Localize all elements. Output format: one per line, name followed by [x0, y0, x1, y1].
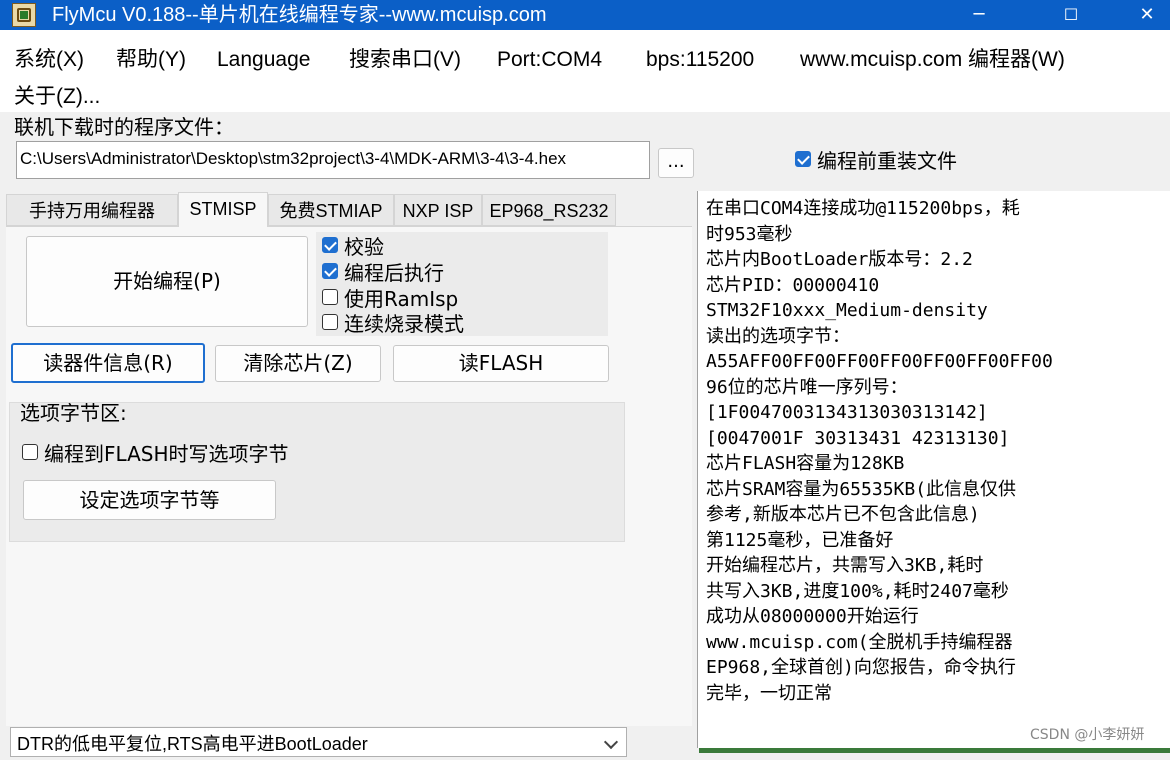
run-after-program-checkbox[interactable]: 编程后执行 — [322, 258, 444, 285]
verify-checkbox[interactable]: 校验 — [322, 232, 384, 259]
reload-checkbox-label: 编程前重装文件 — [817, 148, 957, 173]
log-output[interactable]: 在串口COM4连接成功@115200bps，耗 时953毫秒 芯片内BootLo… — [697, 191, 1170, 748]
write-option-bytes-checkbox-label: 编程到FLASH时写选项字节 — [44, 441, 289, 466]
write-option-bytes-checkbox[interactable]: 编程到FLASH时写选项字节 — [22, 439, 289, 466]
start-programming-button[interactable]: 开始编程(P) — [26, 236, 308, 327]
run-after-program-checkbox-box[interactable] — [322, 263, 338, 279]
continuous-burn-checkbox[interactable]: 连续烧录模式 — [322, 309, 464, 336]
log-line: A55AFF00FF00FF00FF00FF00FF00FF00 — [706, 351, 1053, 372]
log-line: 开始编程芯片，共需写入3KB,耗时 — [706, 555, 984, 576]
log-line: 参考,新版本芯片已不包含此信息) — [706, 504, 980, 525]
continuous-burn-checkbox-box[interactable] — [322, 314, 338, 330]
log-line: STM32F10xxx_Medium-density — [706, 300, 988, 321]
log-line: 共写入3KB,进度100%,耗时2407毫秒 — [706, 580, 1009, 602]
title-bar: FlyMcu V0.188--单片机在线编程专家--www.mcuisp.com… — [0, 0, 1170, 30]
tab-nxp-isp[interactable]: NXP ISP — [394, 194, 482, 226]
log-line: 芯片FLASH容量为128KB — [706, 453, 905, 474]
log-line: 芯片SRAM容量为65535KB(此信息仅供 — [706, 478, 1017, 500]
program-file-label: 联机下载时的程序文件： — [14, 115, 234, 139]
verify-checkbox-label: 校验 — [344, 234, 384, 259]
minimize-button[interactable]: ─ — [956, 0, 1002, 30]
window-title: FlyMcu V0.188--单片机在线编程专家--www.mcuisp.com — [52, 4, 547, 26]
program-file-path-input[interactable]: C:\Users\Administrator\Desktop\stm32proj… — [16, 141, 650, 179]
menu-bps[interactable]: bps:115200 — [646, 46, 754, 74]
app-logo-icon — [12, 3, 36, 27]
menu-bar: 系统(X) 帮助(Y) Language 搜索串口(V) Port:COM4 b… — [0, 30, 1170, 112]
tab-ep968-rs232[interactable]: EP968_RS232 — [482, 194, 616, 226]
menu-language[interactable]: Language — [217, 46, 310, 74]
tab-stmisp[interactable]: STMISP — [178, 192, 268, 227]
log-line: 成功从08000000开始运行 — [706, 606, 919, 627]
use-ramisp-checkbox-box[interactable] — [322, 289, 338, 305]
log-line: www.mcuisp.com(全脱机手持编程器 — [706, 631, 1013, 653]
log-line: [0047001F 30313431 42313130] — [706, 427, 1010, 449]
log-line: EP968,全球首创)向您报告，命令执行 — [706, 657, 1016, 678]
maximize-button[interactable]: ☐ — [1048, 0, 1094, 30]
verify-checkbox-box[interactable] — [322, 237, 338, 253]
progress-bar — [699, 748, 1170, 753]
reset-mode-selected-value: DTR的低电平复位,RTS高电平进BootLoader — [17, 734, 368, 754]
close-button[interactable]: ✕ — [1124, 0, 1170, 30]
log-line: 读出的选项字节： — [706, 325, 850, 347]
log-line: [1F0047003134313030313142] — [706, 402, 988, 423]
menu-search-port[interactable]: 搜索串口(V) — [349, 46, 461, 74]
run-after-program-checkbox-label: 编程后执行 — [344, 260, 444, 285]
reload-before-program-checkbox[interactable]: 编程前重装文件 — [795, 145, 957, 173]
reload-checkbox-box[interactable] — [795, 151, 811, 167]
erase-chip-button[interactable]: 清除芯片(Z) — [215, 345, 381, 382]
read-flash-button[interactable]: 读FLASH — [393, 345, 609, 382]
menu-about[interactable]: 关于(Z)... — [14, 83, 100, 111]
browse-file-button[interactable]: ... — [658, 148, 694, 178]
menu-programmer[interactable]: www.mcuisp.com 编程器(W) — [800, 46, 1065, 74]
log-line: 第1125毫秒，已准备好 — [706, 529, 894, 551]
watermark-text: CSDN @小李妍妍 — [1030, 727, 1145, 743]
continuous-burn-checkbox-label: 连续烧录模式 — [344, 311, 464, 336]
log-line: 芯片PID：00000410 — [706, 274, 880, 296]
menu-system[interactable]: 系统(X) — [14, 46, 84, 74]
log-line: 96位的芯片唯一序列号： — [706, 376, 908, 398]
set-option-bytes-button[interactable]: 设定选项字节等 — [23, 480, 276, 520]
tab-free-stmiap[interactable]: 免费STMIAP — [268, 194, 394, 226]
use-ramisp-checkbox[interactable]: 使用RamIsp — [322, 284, 458, 311]
menu-help[interactable]: 帮助(Y) — [116, 46, 186, 74]
chevron-down-icon[interactable] — [603, 734, 619, 750]
option-bytes-group-label: 选项字节区: — [20, 401, 127, 425]
menu-port[interactable]: Port:COM4 — [497, 46, 602, 74]
log-line: 完毕，一切正常 — [706, 682, 832, 704]
read-device-info-button[interactable]: 读器件信息(R) — [11, 343, 205, 383]
log-line: 时953毫秒 — [706, 223, 793, 245]
write-option-bytes-checkbox-box[interactable] — [22, 444, 38, 460]
tab-handheld-programmer[interactable]: 手持万用编程器 — [6, 194, 178, 226]
log-line: 芯片内BootLoader版本号：2.2 — [706, 249, 973, 270]
log-line: 在串口COM4连接成功@115200bps，耗 — [706, 198, 1020, 219]
